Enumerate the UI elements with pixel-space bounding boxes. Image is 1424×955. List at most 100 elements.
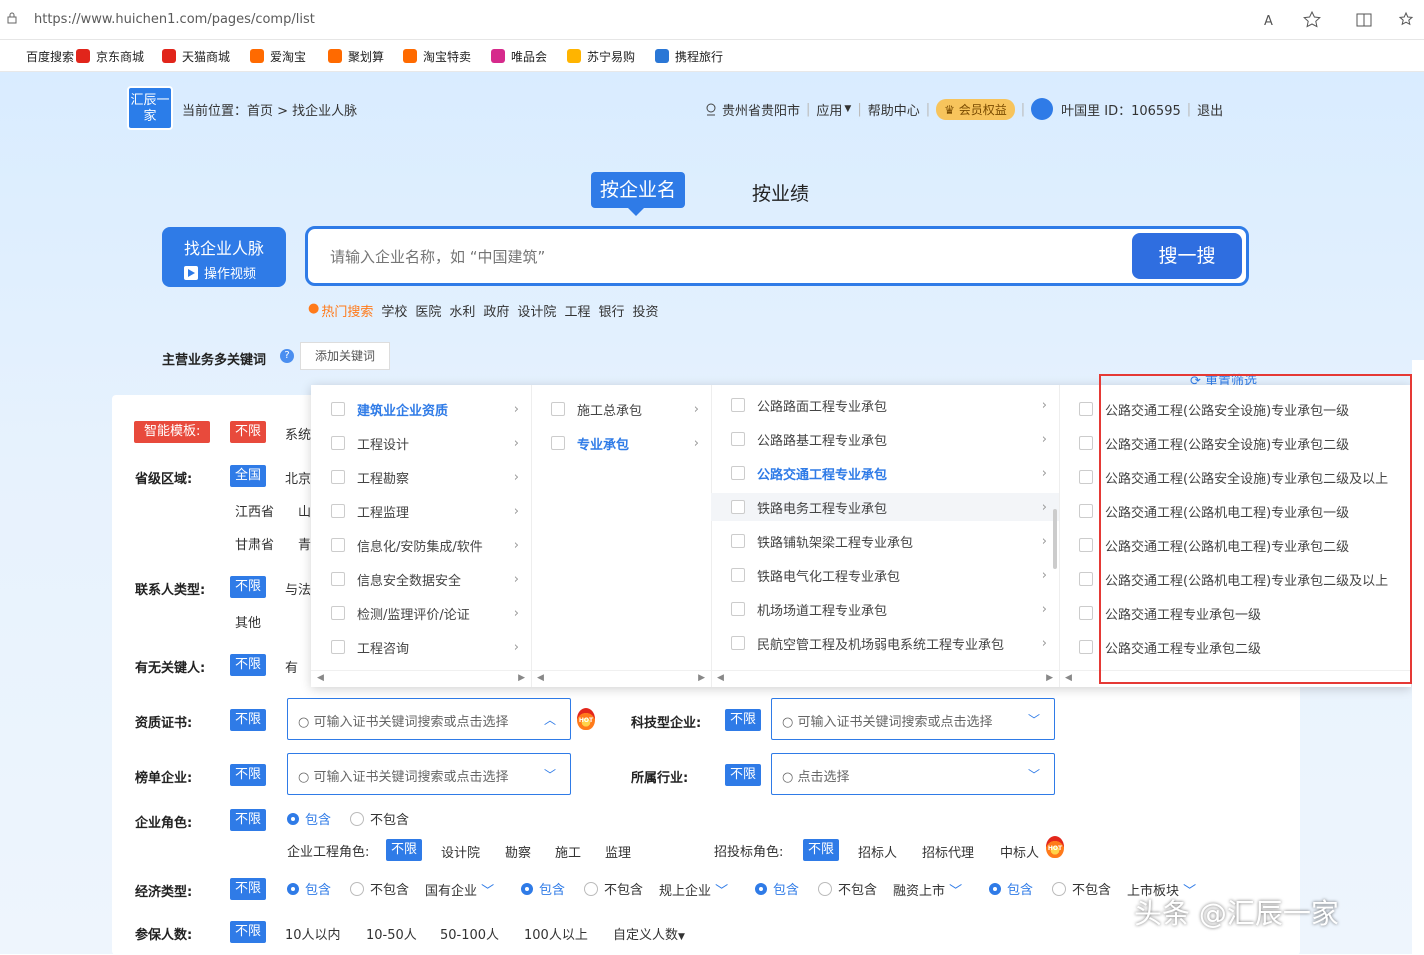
hot-search-item[interactable]: 设计院 xyxy=(517,301,556,320)
checkbox[interactable] xyxy=(731,636,745,650)
checkbox[interactable] xyxy=(331,402,345,416)
checkbox[interactable] xyxy=(331,606,345,620)
econ-group-select[interactable]: 规上企业 ﹀ xyxy=(659,880,728,899)
role-unlimited-pill[interactable]: 不限 xyxy=(230,809,267,831)
econ-exclude-radio[interactable]: 不包含 xyxy=(818,879,877,898)
insured-option[interactable]: 50-100人 xyxy=(440,924,499,943)
horizontal-scrollbar[interactable]: ◀ ▶ xyxy=(711,670,1059,687)
checkbox[interactable] xyxy=(731,534,745,548)
scroll-right-icon[interactable]: ▶ xyxy=(698,673,705,683)
cascader-option[interactable]: 公路路基工程专业承包 › xyxy=(711,425,1059,453)
horizontal-scrollbar[interactable]: ◀ ▶ xyxy=(311,670,531,687)
location-text[interactable]: 贵州省贵阳市 xyxy=(722,100,800,119)
province-option[interactable]: 山 xyxy=(298,501,311,520)
cascader-option[interactable]: 施工总承包 › xyxy=(531,395,711,423)
bid-role-option[interactable]: 招标人 xyxy=(858,842,897,861)
checkbox[interactable] xyxy=(1079,640,1093,654)
avatar[interactable] xyxy=(1031,98,1054,120)
econ-include-radio[interactable]: 包含 xyxy=(287,879,331,898)
econ-exclude-radio[interactable]: 不包含 xyxy=(1052,879,1111,898)
bookmark-item[interactable]: 苏宁易购 xyxy=(567,47,635,65)
checkbox[interactable] xyxy=(731,398,745,412)
econ-include-radio[interactable]: 包含 xyxy=(755,879,799,898)
cascader-option[interactable]: 公路交通工程专业承包 › xyxy=(711,459,1059,487)
checkbox[interactable] xyxy=(331,470,345,484)
cascader-option[interactable]: 信息安全数据安全 › xyxy=(311,565,531,593)
econ-exclude-radio[interactable]: 不包含 xyxy=(350,879,409,898)
checkbox[interactable] xyxy=(1079,436,1093,450)
scroll-right-icon[interactable]: ▶ xyxy=(1046,673,1053,683)
cascader-option[interactable]: 专业承包 › xyxy=(531,429,711,457)
checkbox[interactable] xyxy=(1079,572,1093,586)
insured-custom-option[interactable]: 自定义人数▼ xyxy=(613,924,685,943)
cascader-option[interactable]: 检测/监理评价/论证 › xyxy=(311,599,531,627)
vip-benefits-button[interactable]: ♛ 会员权益 xyxy=(936,98,1015,120)
checkbox[interactable] xyxy=(331,436,345,450)
industry-unlimited-pill[interactable]: 不限 xyxy=(725,764,762,786)
province-all-pill[interactable]: 全国 xyxy=(230,465,267,487)
horizontal-scrollbar[interactable]: ◀ ▶ xyxy=(531,670,711,687)
cascader-option[interactable]: 工程勘察 › xyxy=(311,463,531,491)
checkbox[interactable] xyxy=(1079,470,1093,484)
checkbox[interactable] xyxy=(1079,402,1093,416)
checkbox[interactable] xyxy=(551,436,565,450)
scroll-left-icon[interactable]: ◀ xyxy=(717,673,724,683)
contact-unlimited-pill[interactable]: 不限 xyxy=(230,576,267,598)
bid-role-option[interactable]: 招标代理 xyxy=(922,842,974,861)
cascader-option[interactable]: 机场场道工程专业承包 › xyxy=(711,595,1059,623)
smart-template-badge[interactable]: 智能模板: xyxy=(134,421,211,443)
scroll-left-icon[interactable]: ◀ xyxy=(317,673,324,683)
tech-select[interactable]: ○ 可输入证书关键词搜索或点击选择 ﹀ xyxy=(771,698,1055,740)
cascader-option[interactable]: 铁路电务工程专业承包 › xyxy=(711,493,1059,521)
econ-unlimited-pill[interactable]: 不限 xyxy=(230,878,267,900)
help-question-icon[interactable]: ? xyxy=(280,349,294,363)
role-include-radio[interactable]: 包含 xyxy=(287,809,331,828)
bookmark-item[interactable]: 唯品会 xyxy=(491,47,547,65)
role-exclude-radio[interactable]: 不包含 xyxy=(350,809,409,828)
scroll-right-icon[interactable]: ▶ xyxy=(518,673,525,683)
page-scrollbar[interactable] xyxy=(1412,360,1424,954)
hot-search-item[interactable]: 工程 xyxy=(564,301,590,320)
checkbox[interactable] xyxy=(331,538,345,552)
url-text[interactable]: https://www.huichen1.com/pages/comp/list xyxy=(34,12,315,27)
econ-include-radio[interactable]: 包含 xyxy=(521,879,565,898)
checkbox[interactable] xyxy=(1079,538,1093,552)
bid-role-unlimited-pill[interactable]: 不限 xyxy=(803,839,840,861)
cascader-option[interactable]: 工程监理 › xyxy=(311,497,531,525)
eng-role-option[interactable]: 施工 xyxy=(555,842,581,861)
industry-select[interactable]: ○ 点击选择 ﹀ xyxy=(771,753,1055,795)
insured-option[interactable]: 10人以内 xyxy=(285,924,341,943)
cascader-option[interactable]: 工程咨询 › xyxy=(311,633,531,661)
econ-group-select[interactable]: 国有企业 ﹀ xyxy=(425,880,494,899)
read-aloud-icon[interactable]: A xyxy=(1262,10,1282,30)
cascader-option[interactable]: 铁路电气化工程专业承包 › xyxy=(711,561,1059,589)
apps-menu[interactable]: 应用 xyxy=(816,100,842,119)
favorite-star-icon[interactable] xyxy=(1302,10,1322,30)
bookmark-item[interactable]: 天猫商城 xyxy=(162,47,230,65)
tab-by-performance[interactable]: 按业绩 xyxy=(752,179,809,206)
hot-search-item[interactable]: 政府 xyxy=(483,301,509,320)
province-option[interactable]: 北京 xyxy=(285,468,311,487)
cascader-option[interactable]: 民航空管工程及机场弱电系统工程专业承包 › xyxy=(711,629,1059,657)
econ-exclude-radio[interactable]: 不包含 xyxy=(584,879,643,898)
checkbox[interactable] xyxy=(731,500,745,514)
province-option[interactable]: 甘肃省 xyxy=(235,534,274,553)
eng-role-unlimited-pill[interactable]: 不限 xyxy=(386,839,423,861)
find-contacts-button[interactable]: 找企业人脉 操作视频 xyxy=(162,227,286,287)
checkbox[interactable] xyxy=(731,466,745,480)
cert-unlimited-pill[interactable]: 不限 xyxy=(230,709,267,731)
checkbox[interactable] xyxy=(1079,504,1093,518)
insured-unlimited-pill[interactable]: 不限 xyxy=(230,921,267,943)
contact-option[interactable]: 与法 xyxy=(285,579,311,598)
scroll-left-icon[interactable]: ◀ xyxy=(1065,673,1072,683)
search-button[interactable]: 搜一搜 xyxy=(1132,233,1242,279)
checkbox[interactable] xyxy=(1079,606,1093,620)
add-keyword-button[interactable]: 添加关键词 xyxy=(300,342,390,370)
smart-system-option[interactable]: 系统 xyxy=(285,424,311,443)
scroll-left-icon[interactable]: ◀ xyxy=(537,673,544,683)
cascader-option[interactable]: 建筑业企业资质 › xyxy=(311,395,531,423)
checkbox[interactable] xyxy=(331,504,345,518)
checkbox[interactable] xyxy=(331,640,345,654)
econ-group-select[interactable]: 融资上市 ﹀ xyxy=(893,880,962,899)
cert-select[interactable]: ○ 可输入证书关键词搜索或点击选择 ︿ xyxy=(287,698,571,740)
